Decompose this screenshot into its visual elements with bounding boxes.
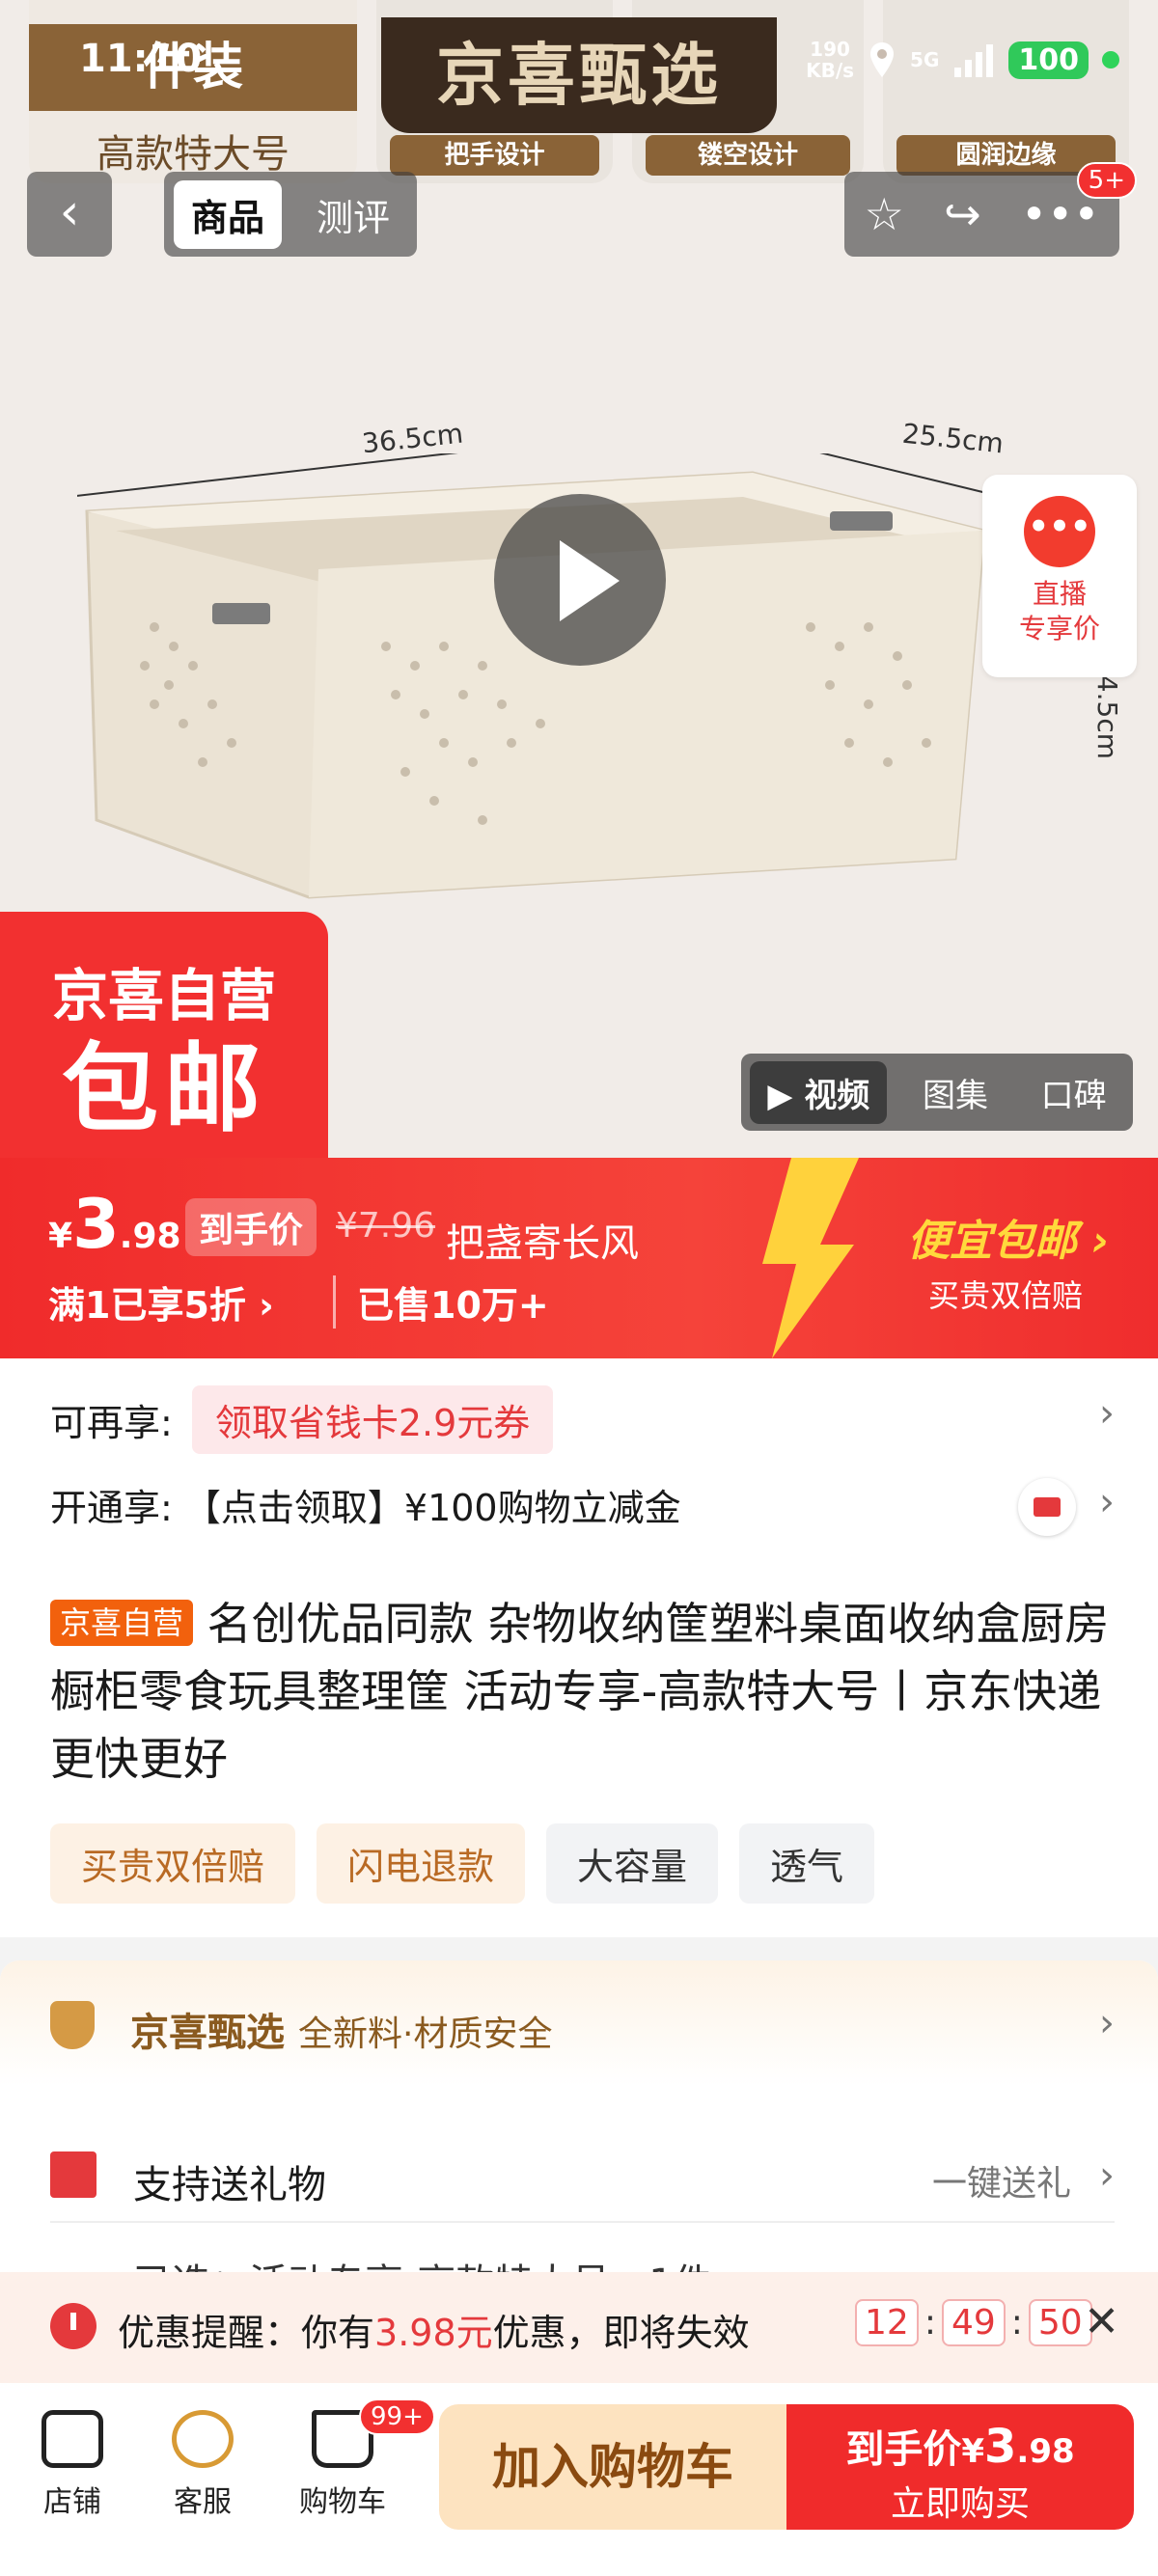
battery-level: 100 bbox=[1008, 41, 1089, 79]
feature-chips: 买贵双倍赔 闪电退款 大容量 透气 bbox=[50, 1823, 875, 1904]
product-info-section: 可再享: 领取省钱卡2.9元券 › 开通享: 【点击领取】¥100购物立减金 › … bbox=[0, 1358, 1158, 1937]
coupon-row[interactable]: 可再享: 领取省钱卡2.9元券 bbox=[50, 1385, 554, 1454]
divider bbox=[50, 2221, 1115, 2223]
buy-now-button[interactable]: 到手价¥3.98 立即购买 bbox=[786, 2404, 1134, 2530]
back-button[interactable]: ‹ bbox=[27, 172, 112, 257]
more-badge: 5+ bbox=[1076, 162, 1137, 199]
live-icon: ••• bbox=[1024, 496, 1095, 567]
card-icon bbox=[1018, 1478, 1076, 1536]
quality-guarantee-row[interactable]: 京喜甄选 全新料·材质安全 › bbox=[0, 1960, 1158, 2086]
customer-service-icon bbox=[172, 2410, 234, 2468]
quality-guarantee-text: 京喜甄选 全新料·材质安全 bbox=[130, 2011, 553, 2055]
buy-now-label: 立即购买 bbox=[890, 2484, 1030, 2524]
status-icons: 190 KB/s 5G 100 bbox=[806, 39, 1119, 81]
chip-double-compensation[interactable]: 买贵双倍赔 bbox=[50, 1823, 296, 1904]
gift-row[interactable]: 支持送礼物 一键送礼 › bbox=[0, 2124, 1158, 2231]
feature-tag-hollow: 镂空设计 bbox=[646, 135, 850, 176]
activation-offer-text: 【点击领取】¥100购物立减金 bbox=[183, 1487, 681, 1529]
self-operated-badge: 京喜自营 包邮 bbox=[0, 912, 328, 1163]
nav-tabs: 商品 测评 bbox=[164, 172, 418, 257]
signal-icon bbox=[954, 44, 994, 77]
feature-tag-handle: 把手设计 bbox=[390, 135, 599, 176]
play-video-button[interactable] bbox=[494, 494, 666, 666]
discount-reminder: 优惠提醒：你有3.98元优惠，即将失效 12: 49: 50 ✕ bbox=[0, 2272, 1158, 2383]
price-bar: ¥3.98 到手价 ¥7.96 把盏寄长风 满1已享5折 › 已售10万+ 便宜… bbox=[0, 1158, 1158, 1358]
network-label: 5G bbox=[910, 48, 940, 71]
share-icon[interactable]: ↪ bbox=[944, 188, 981, 240]
privacy-dot-icon bbox=[1102, 51, 1119, 69]
shop-icon bbox=[41, 2410, 103, 2468]
coupon-chevron-icon: › bbox=[1099, 1391, 1115, 1436]
media-tab-reviews[interactable]: 口碑 bbox=[1024, 1061, 1124, 1124]
live-label-2: 专享价 bbox=[1018, 613, 1100, 644]
double-compensation: 买贵双倍赔 bbox=[928, 1277, 1084, 1314]
activation-row-label: 开通享: bbox=[50, 1487, 173, 1529]
cheap-shipping-link[interactable]: 便宜包邮 › bbox=[907, 1206, 1109, 1268]
product-title-text: 名创优品同款 杂物收纳筐塑料桌面收纳盒厨房橱柜零食玩具整理筐 活动专享-高款特大… bbox=[50, 1598, 1110, 1785]
live-price-widget[interactable]: ••• 直播 专享价 bbox=[982, 475, 1137, 677]
price-slogan: 把盏寄长风 bbox=[446, 1221, 639, 1266]
hand-price-tag: 到手价 bbox=[185, 1198, 317, 1256]
media-tabs: ▶ 视频 图集 口碑 bbox=[741, 1054, 1133, 1131]
original-price: ¥7.96 bbox=[336, 1206, 436, 1246]
shield-check-icon bbox=[50, 2001, 95, 2049]
close-reminder-button[interactable]: ✕ bbox=[1084, 2297, 1119, 2346]
location-icon bbox=[870, 42, 895, 77]
sold-count: 已售10万+ bbox=[333, 1275, 549, 1329]
media-tab-video[interactable]: ▶ 视频 bbox=[750, 1060, 888, 1124]
tab-product[interactable]: 商品 bbox=[174, 179, 283, 249]
gift-action[interactable]: 一键送礼 bbox=[932, 2155, 1071, 2206]
product-title: 京喜自营 名创优品同款 杂物收纳筐塑料桌面收纳盒厨房橱柜零食玩具整理筐 活动专享… bbox=[50, 1590, 1112, 1793]
coupon-row-label: 可再享: bbox=[50, 1402, 173, 1444]
bottom-action-bar: 店铺 客服 99+ 购物车 加入购物车 到手价¥3.98 立即购买 bbox=[0, 2383, 1158, 2576]
countdown-hours: 12 bbox=[855, 2299, 919, 2346]
clock-icon bbox=[50, 2303, 96, 2349]
chip-large-capacity[interactable]: 大容量 bbox=[546, 1823, 719, 1904]
cart-button[interactable]: 99+ 购物车 bbox=[280, 2398, 435, 2520]
countdown-minutes: 49 bbox=[941, 2299, 1006, 2346]
reminder-text: 优惠提醒：你有3.98元优惠，即将失效 bbox=[118, 2312, 750, 2354]
customer-service-label: 客服 bbox=[174, 2485, 232, 2519]
shop-button[interactable]: 店铺 bbox=[10, 2410, 135, 2520]
media-tab-gallery[interactable]: 图集 bbox=[905, 1061, 1006, 1124]
product-image-gallery[interactable]: 件装 高款特大号 把手设计 镂空设计 圆润边缘 京喜甄选 11:10 190 KB… bbox=[0, 0, 1158, 1163]
customer-service-button[interactable]: 客服 bbox=[140, 2410, 265, 2520]
lightning-icon bbox=[762, 1158, 859, 1358]
shop-label: 店铺 bbox=[43, 2485, 101, 2519]
status-time: 11:10 bbox=[79, 37, 203, 81]
status-bar: 11:10 190 KB/s 5G 100 bbox=[0, 0, 1158, 125]
top-nav: ‹ 商品 测评 ☆ ↪ ••• 5+ bbox=[0, 162, 1158, 259]
gift-label: 支持送礼物 bbox=[133, 2163, 326, 2207]
free-shipping-label: 包邮 bbox=[62, 1032, 266, 1145]
cart-label: 购物车 bbox=[299, 2485, 386, 2519]
add-to-cart-button[interactable]: 加入购物车 bbox=[439, 2404, 786, 2530]
live-label-1: 直播 bbox=[1032, 578, 1087, 610]
gift-chevron-icon: › bbox=[1099, 2153, 1115, 2198]
countdown-timer: 12: 49: 50 bbox=[855, 2299, 1092, 2346]
discount-promo-link[interactable]: 满1已享5折 › bbox=[48, 1275, 274, 1329]
activation-chevron-icon: › bbox=[1099, 1480, 1115, 1524]
current-price: ¥3.98 bbox=[48, 1185, 181, 1264]
chip-breathable[interactable]: 透气 bbox=[739, 1823, 875, 1904]
favorite-star-icon[interactable]: ☆ bbox=[865, 188, 904, 240]
net-speed: 190 KB/s bbox=[806, 38, 855, 82]
cart-count-badge: 99+ bbox=[359, 2398, 435, 2435]
quality-chevron-icon: › bbox=[1099, 2001, 1115, 2045]
product-page: 件装 高款特大号 把手设计 镂空设计 圆润边缘 京喜甄选 11:10 190 KB… bbox=[0, 0, 1158, 2576]
self-operated-label: 京喜自营 bbox=[51, 963, 276, 1028]
self-operated-tag: 京喜自营 bbox=[50, 1600, 194, 1646]
buy-now-price: 到手价¥3.98 bbox=[845, 2420, 1075, 2474]
tab-review[interactable]: 测评 bbox=[299, 180, 407, 249]
gift-icon bbox=[50, 2151, 96, 2198]
saving-card-coupon[interactable]: 领取省钱卡2.9元券 bbox=[191, 1385, 554, 1454]
chip-flash-refund[interactable]: 闪电退款 bbox=[317, 1823, 526, 1904]
activation-row[interactable]: 开通享: 【点击领取】¥100购物立减金 bbox=[50, 1478, 681, 1531]
countdown-seconds: 50 bbox=[1028, 2299, 1092, 2346]
